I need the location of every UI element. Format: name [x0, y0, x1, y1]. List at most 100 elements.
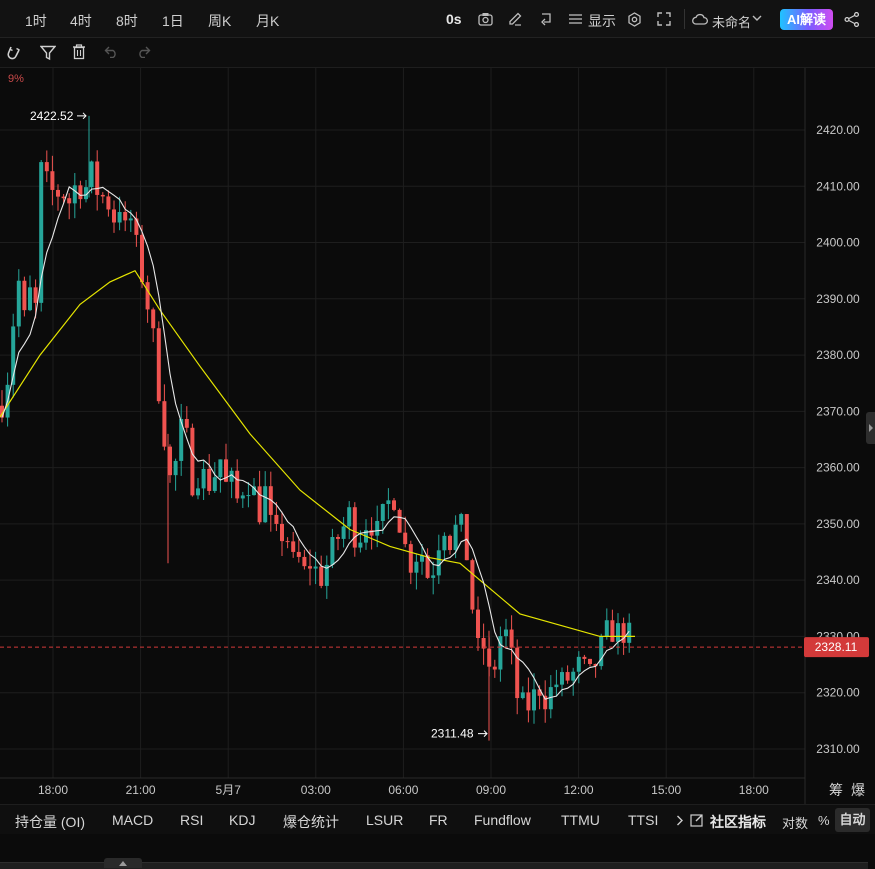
candle-body: [50, 171, 55, 190]
liquidation-toggle[interactable]: 爆: [851, 782, 865, 798]
candle-body: [554, 684, 559, 688]
filter-icon[interactable]: [40, 45, 56, 61]
toolbar-divider: [684, 9, 685, 29]
indicator-fundflow[interactable]: Fundflow: [474, 812, 531, 828]
candle-body: [56, 189, 60, 197]
ma-slow-line: [0, 269, 635, 637]
expand-panel-handle[interactable]: [104, 858, 142, 868]
y-tick-label: 2400.00: [816, 236, 860, 250]
extreme-markers: 2422.52 2311.48: [30, 109, 488, 741]
chip-distribution-toggle[interactable]: 筹: [829, 782, 843, 798]
candle-body: [576, 656, 581, 672]
candle-body: [470, 560, 475, 610]
price-axis-labels: 2420.00 2410.00 2400.00 2390.00 2380.00 2370.…: [816, 123, 860, 756]
fullscreen-icon[interactable]: [657, 12, 671, 26]
x-tick-label: 09:00: [476, 783, 506, 797]
candle-body: [257, 486, 262, 523]
chevron-right-icon[interactable]: [676, 815, 684, 826]
candle-body: [28, 287, 32, 311]
y-tick-label: 2340.00: [816, 573, 860, 587]
undo-arrow-icon[interactable]: [538, 12, 553, 26]
candle-body: [246, 495, 251, 497]
candle-body: [100, 194, 105, 197]
timeframe-1h[interactable]: 1时: [25, 11, 47, 31]
indicator-macd[interactable]: MACD: [112, 812, 153, 828]
redo-icon[interactable]: [136, 46, 151, 58]
candle-body: [280, 523, 284, 542]
community-indicators-button[interactable]: 社区指标: [710, 812, 766, 832]
y-tick-label: 2350.00: [816, 517, 860, 531]
high-price-marker: 2422.52: [30, 109, 74, 123]
indicator-lsur[interactable]: LSUR: [366, 812, 403, 828]
candle-body: [145, 282, 150, 310]
candle-body: [582, 656, 587, 659]
candle-body: [89, 161, 94, 188]
indicator-kdj[interactable]: KDJ: [229, 812, 255, 828]
top-toolbar: 1时 4时 8时 1日 周K 月K 0s 显示 未命名 AI解读: [0, 0, 875, 38]
candle-body: [95, 161, 100, 195]
magnet-icon[interactable]: [7, 45, 23, 60]
candle-body: [476, 609, 480, 639]
candle-body: [571, 671, 576, 681]
camera-icon[interactable]: [478, 12, 493, 26]
settings-icon[interactable]: [627, 12, 642, 27]
y-tick-label: 2320.00: [816, 686, 860, 700]
candle-body: [436, 550, 441, 576]
candle-body: [207, 468, 212, 491]
candle-body: [604, 620, 609, 637]
edit-icon[interactable]: [690, 813, 704, 827]
candle-body: [173, 460, 178, 476]
candle-body: [380, 504, 385, 521]
auto-scale-toggle[interactable]: 自动: [835, 808, 870, 832]
chart-grid: [0, 68, 805, 778]
timeframe-8h[interactable]: 8时: [116, 11, 138, 31]
timeframe-1d[interactable]: 1日: [162, 11, 184, 31]
candle-body: [123, 212, 128, 221]
countdown-timer: 0s: [446, 11, 462, 27]
timeframe-4h[interactable]: 4时: [70, 11, 92, 31]
candle-body: [263, 486, 268, 523]
candle-body: [492, 666, 497, 670]
timeframe-1m[interactable]: 月K: [256, 11, 279, 31]
partial-percent-label: 9%: [8, 73, 24, 85]
cloud-icon: [692, 13, 708, 25]
candle-body: [33, 287, 38, 303]
display-menu-button[interactable]: 显示: [588, 11, 616, 31]
candle-body: [128, 218, 133, 221]
candle-body: [504, 629, 508, 637]
indicator-rsi[interactable]: RSI: [180, 812, 203, 828]
pencil-icon[interactable]: [508, 12, 523, 26]
indicator-oi[interactable]: 持仓量 (OI): [15, 812, 85, 832]
candle-body: [442, 535, 447, 551]
indicator-liquidation[interactable]: 爆仓统计: [283, 812, 339, 832]
candle-body: [168, 446, 172, 476]
price-chart[interactable]: 2420.00 2410.00 2400.00 2390.00 2380.00 2370.…: [0, 68, 875, 804]
trash-icon[interactable]: [72, 44, 86, 60]
candle-body: [134, 218, 139, 235]
timeframe-1w[interactable]: 周K: [208, 11, 231, 31]
x-tick-label: 21:00: [126, 783, 156, 797]
candle-body: [308, 566, 312, 569]
x-tick-label: 12:00: [564, 783, 594, 797]
undo-icon[interactable]: [104, 46, 119, 58]
indicator-ttmu[interactable]: TTMU: [561, 812, 600, 828]
candle-body: [397, 509, 402, 533]
candlestick-chart[interactable]: 2420.00 2410.00 2400.00 2390.00 2380.00 2370.…: [0, 68, 875, 804]
layout-name-dropdown[interactable]: 未命名: [712, 12, 751, 31]
candle-body: [22, 280, 27, 311]
candle-body: [543, 695, 548, 710]
percent-scale-toggle[interactable]: %: [818, 813, 830, 828]
candle-body: [117, 212, 122, 223]
right-panel-handle[interactable]: [866, 412, 875, 444]
x-tick-label: 18:00: [38, 783, 68, 797]
indicator-fr[interactable]: FR: [429, 812, 448, 828]
x-tick-label: 5月7: [216, 783, 242, 797]
log-scale-toggle[interactable]: 对数: [782, 813, 808, 832]
candle-body: [532, 689, 536, 711]
candle-body: [414, 561, 419, 573]
indicator-ttsi[interactable]: TTSI: [628, 812, 658, 828]
candle-body: [352, 507, 357, 548]
share-icon[interactable]: [844, 12, 860, 27]
y-tick-label: 2370.00: [816, 404, 860, 418]
ai-interpret-button[interactable]: AI解读: [780, 9, 833, 30]
